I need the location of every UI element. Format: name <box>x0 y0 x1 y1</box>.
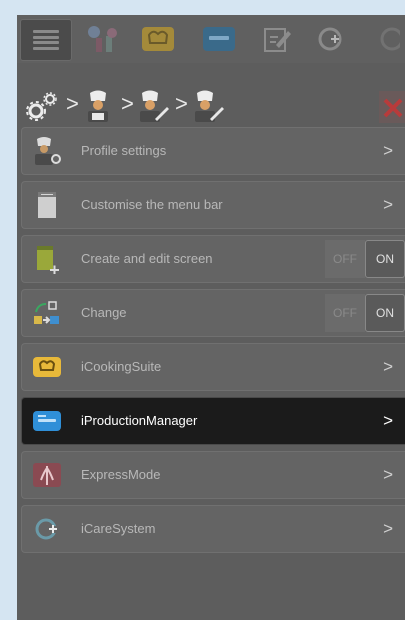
menu-item-create-edit-screen[interactable]: Create and edit screen OFF ON <box>21 235 405 283</box>
menu-item-icookingsuite[interactable]: iCookingSuite > <box>21 343 405 391</box>
production-manager-icon <box>203 27 235 51</box>
chef-settings-icon <box>35 137 61 165</box>
production-manager-tab[interactable] <box>195 19 243 59</box>
care-system-icon <box>318 27 342 51</box>
menu-item-label: iCareSystem <box>81 521 156 536</box>
edit-icon <box>264 28 291 52</box>
toggle-off-option[interactable]: OFF <box>325 240 365 278</box>
settings-panel: > > > Profile settings > Customise the m… <box>17 15 405 620</box>
express-mode-icon <box>33 463 61 487</box>
menu-item-label: iProductionManager <box>81 413 198 428</box>
care-system-tab[interactable] <box>307 19 355 59</box>
on-off-toggle[interactable]: OFF ON <box>325 294 405 332</box>
cooking-suite-icon <box>33 357 61 377</box>
toggle-on-option[interactable]: ON <box>365 240 405 278</box>
menu-item-label: Customise the menu bar <box>81 197 223 212</box>
chevron-right-icon: > <box>383 357 393 376</box>
menu-item-profile-settings[interactable]: Profile settings > <box>21 127 405 175</box>
menu-icon <box>33 30 59 50</box>
cooking-suite-icon <box>142 27 174 51</box>
cycle-icon <box>380 27 400 51</box>
menu-item-expressmode[interactable]: ExpressMode > <box>21 451 405 499</box>
chef-edit-icon[interactable] <box>135 89 169 123</box>
edit-screen-icon <box>37 246 59 274</box>
menu-button[interactable] <box>20 19 72 61</box>
toggle-on-option[interactable]: ON <box>365 294 405 332</box>
breadcrumb-separator: > <box>175 91 188 116</box>
care-system-icon <box>35 518 57 540</box>
cooking-suite-tab[interactable] <box>134 19 182 59</box>
menu-item-change[interactable]: Change OFF ON <box>21 289 405 337</box>
breadcrumb: > > > <box>17 83 405 133</box>
menu-item-label: Create and edit screen <box>81 251 213 266</box>
production-manager-icon <box>33 411 61 431</box>
menu-bar-icon <box>38 192 56 218</box>
breadcrumb-separator: > <box>66 91 79 116</box>
close-icon[interactable] <box>379 91 405 123</box>
on-off-toggle[interactable]: OFF ON <box>325 240 405 278</box>
change-icon <box>34 301 59 324</box>
menu-item-label: Change <box>81 305 127 320</box>
chevron-right-icon: > <box>383 195 393 214</box>
chevron-right-icon: > <box>383 141 393 160</box>
menu-item-label: iCookingSuite <box>81 359 162 374</box>
chevron-right-icon: > <box>383 411 393 430</box>
menu-item-icaresystem[interactable]: iCareSystem > <box>21 505 405 553</box>
edit-tab[interactable] <box>253 19 301 59</box>
chevron-right-icon: > <box>383 465 393 484</box>
top-toolbar <box>17 15 405 63</box>
menu-item-customise-menu-bar[interactable]: Customise the menu bar > <box>21 181 405 229</box>
chef-hat-icon <box>88 26 117 52</box>
toggle-off-option[interactable]: OFF <box>325 294 365 332</box>
chef-icon[interactable] <box>81 89 115 123</box>
breadcrumb-separator: > <box>121 91 134 116</box>
settings-icon[interactable] <box>25 89 59 123</box>
chef-hat-button[interactable] <box>79 19 127 59</box>
menu-item-label: ExpressMode <box>81 467 161 482</box>
chevron-right-icon: > <box>383 519 393 538</box>
cycle-tab[interactable] <box>361 19 405 59</box>
chef-edit-icon[interactable] <box>190 89 224 123</box>
menu-item-iproductionmanager[interactable]: iProductionManager > <box>21 397 405 445</box>
menu-item-label: Profile settings <box>81 143 167 158</box>
